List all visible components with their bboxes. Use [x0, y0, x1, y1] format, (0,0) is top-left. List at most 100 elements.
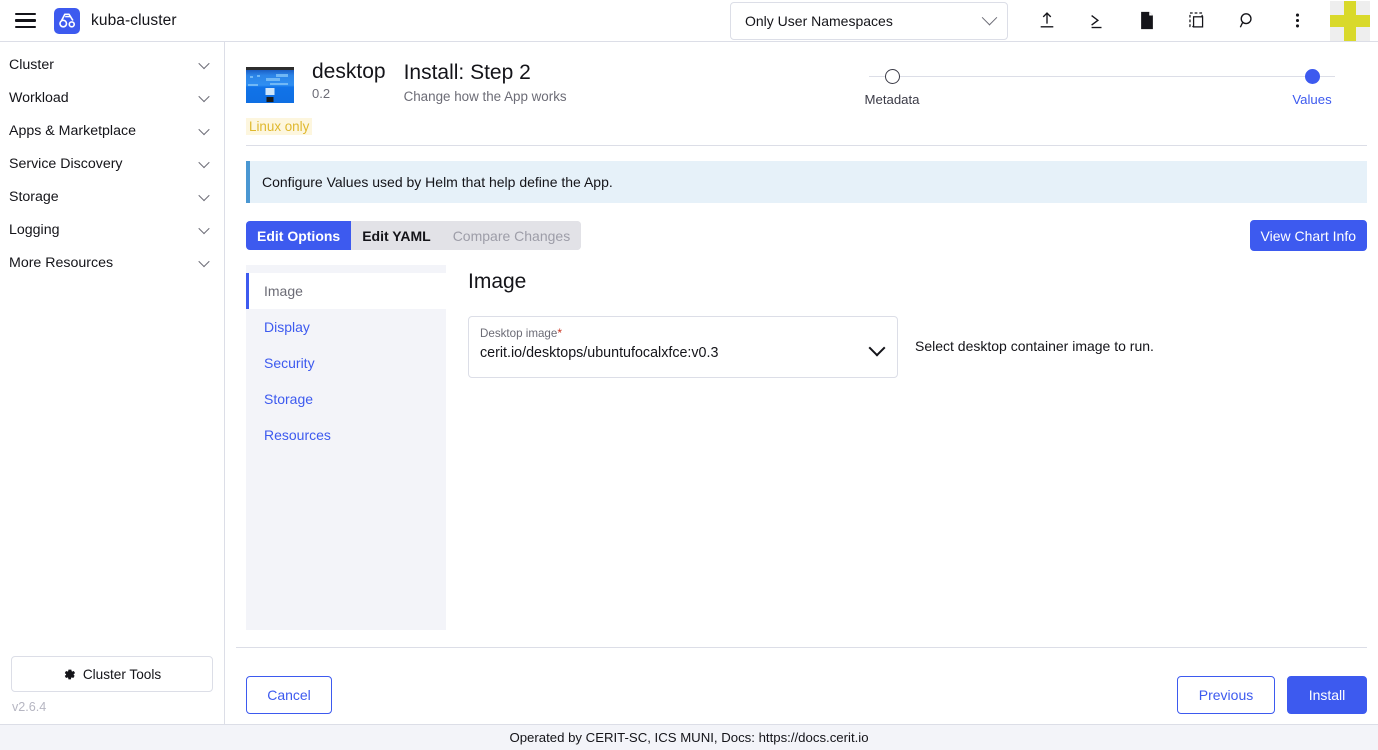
cerit-sc-logo-icon[interactable] [1330, 0, 1370, 41]
sidebar-item-more-resources[interactable]: More Resources [0, 246, 224, 279]
step-circle-filled [1304, 69, 1320, 84]
gear-icon [64, 669, 75, 679]
namespace-filter-value: Only User Namespaces [745, 12, 893, 29]
rancher-version: v2.6.4 [12, 700, 47, 714]
page-subtitle: Change how the App works [403, 89, 567, 105]
step-circle-empty [884, 69, 900, 84]
sidebar-item-label: Cluster [9, 56, 54, 73]
values-content: Image Display Security Storage Resources [246, 265, 1367, 647]
sidebar-item-label: Logging [9, 221, 60, 238]
sidetab-image[interactable]: Image [246, 273, 446, 309]
steps-wrap: Metadata Values [567, 60, 1367, 116]
view-chart-info-button[interactable]: View Chart Info [1249, 220, 1367, 251]
sidetab-label: Resources [264, 427, 331, 443]
field-label-text: Desktop image [480, 327, 558, 340]
top-bar: kuba-cluster Only User Namespaces [0, 0, 1378, 42]
download-kubeconfig-icon[interactable] [1122, 0, 1172, 42]
chevron-down-icon [198, 57, 210, 69]
sidebar-item-label: Apps & Marketplace [9, 122, 136, 139]
chevron-down-icon [198, 156, 210, 168]
sidetab-label: Storage [264, 391, 314, 407]
info-banner: Configure Values used by Helm that help … [246, 161, 1367, 203]
tab-edit-yaml[interactable]: Edit YAML [351, 221, 442, 250]
sidetab-display[interactable]: Display [246, 309, 446, 345]
linux-only-badge: Linux only [246, 118, 313, 135]
editor-mode-tabs: Edit Options Edit YAML Compare Changes [246, 221, 582, 250]
sidetab-resources[interactable]: Resources [246, 417, 446, 453]
sidebar-item-cluster[interactable]: Cluster [0, 48, 224, 81]
footer-text: Operated by CERIT-SC, ICS MUNI, Docs: ht… [509, 730, 869, 745]
sidebar-item-label: Workload [9, 89, 69, 106]
header-divider [246, 145, 1367, 146]
info-banner-text: Configure Values used by Helm that help … [262, 174, 613, 190]
sidebar-item-logging[interactable]: Logging [0, 213, 224, 246]
hamburger-icon[interactable] [10, 6, 40, 36]
sidebar-item-storage[interactable]: Storage [0, 180, 224, 213]
sidetab-label: Security [264, 355, 315, 371]
chevron-down-icon [198, 90, 210, 102]
sidebar-filler [0, 279, 224, 656]
previous-button[interactable]: Previous [1177, 676, 1275, 714]
desktop-image-field-row: Desktop image* cerit.io/desktops/ubuntuf… [468, 316, 1367, 378]
sidebar-item-label: More Resources [9, 254, 114, 271]
desktop-image-label: Desktop image* [480, 326, 857, 341]
cluster-tools-wrap: Cluster Tools [0, 656, 224, 698]
cluster-logo-icon[interactable] [54, 7, 80, 34]
chevron-down-icon [198, 189, 210, 201]
desktop-image-value: cerit.io/desktops/ubuntufocalxfce:v0.3 [480, 344, 719, 361]
more-options-icon[interactable] [1272, 0, 1322, 42]
editor-tabs-row: Edit Options Edit YAML Compare Changes V… [246, 220, 1367, 251]
wizard-actions: Cancel Previous Install [236, 648, 1367, 724]
main-content: desktop 0.2 Install: Step 2 Change how t… [225, 42, 1378, 724]
chevron-down-icon [868, 339, 886, 357]
cluster-tools-button[interactable]: Cluster Tools [11, 656, 213, 692]
copy-kubeconfig-icon[interactable] [1172, 0, 1222, 42]
desktop-image-help: Select desktop container image to run. [915, 338, 1154, 354]
values-pane: Image Desktop image* cerit.io/desktops/u… [446, 265, 1367, 647]
chevron-down-icon [198, 255, 210, 267]
sidetab-storage[interactable]: Storage [246, 381, 446, 417]
desktop-app-thumbnail [246, 67, 294, 103]
desktop-image-select[interactable]: Desktop image* cerit.io/desktops/ubuntuf… [468, 316, 898, 378]
tab-edit-options[interactable]: Edit Options [246, 221, 352, 250]
app-identity: desktop 0.2 [312, 60, 386, 101]
search-icon[interactable] [1222, 0, 1272, 42]
chevron-down-icon [198, 222, 210, 234]
wizard-steps: Metadata Values [837, 66, 1367, 116]
sidebar-nav: Cluster Workload Apps & Marketplace Serv… [0, 42, 225, 724]
app-version: 0.2 [312, 86, 331, 102]
tab-compare-changes: Compare Changes [441, 221, 582, 250]
page-footer: Operated by CERIT-SC, ICS MUNI, Docs: ht… [0, 724, 1378, 750]
chevron-down-icon [198, 123, 210, 135]
app-root: kuba-cluster Only User Namespaces Cluste… [0, 0, 1378, 750]
sidebar-item-service-discovery[interactable]: Service Discovery [0, 147, 224, 180]
cluster-name: kuba-cluster [91, 11, 177, 29]
kubectl-shell-icon[interactable] [1072, 0, 1122, 42]
install-button[interactable]: Install [1287, 676, 1367, 714]
step-label: Metadata [864, 92, 920, 107]
required-marker: * [557, 326, 563, 340]
import-yaml-icon[interactable] [1022, 0, 1072, 42]
cancel-button[interactable]: Cancel [246, 676, 332, 714]
app-header: desktop 0.2 Install: Step 2 Change how t… [236, 42, 1367, 116]
page-title: Install: Step 2 [403, 61, 531, 84]
sidebar-item-label: Storage [9, 188, 59, 205]
sidebar-item-workload[interactable]: Workload [0, 81, 224, 114]
step-metadata[interactable]: Metadata [837, 66, 947, 107]
body: Cluster Workload Apps & Marketplace Serv… [0, 42, 1378, 724]
sidebar-item-apps-marketplace[interactable]: Apps & Marketplace [0, 114, 224, 147]
app-name: desktop [312, 60, 386, 83]
sidetab-label: Image [264, 283, 303, 299]
sidetab-security[interactable]: Security [246, 345, 446, 381]
cluster-tools-label: Cluster Tools [82, 666, 162, 682]
sidetab-label: Display [264, 319, 310, 335]
step-label: Values [1292, 92, 1332, 107]
namespace-filter-select[interactable]: Only User Namespaces [730, 1, 1008, 40]
pane-title: Image [468, 270, 527, 293]
topbar-icon-group [1022, 0, 1322, 42]
chevron-down-icon [981, 9, 998, 26]
step-values[interactable]: Values [1257, 66, 1367, 107]
install-heading: Install: Step 2 Change how the App works [404, 60, 567, 104]
sidebar-item-label: Service Discovery [9, 155, 123, 172]
values-side-tabs: Image Display Security Storage Resources [246, 265, 446, 630]
